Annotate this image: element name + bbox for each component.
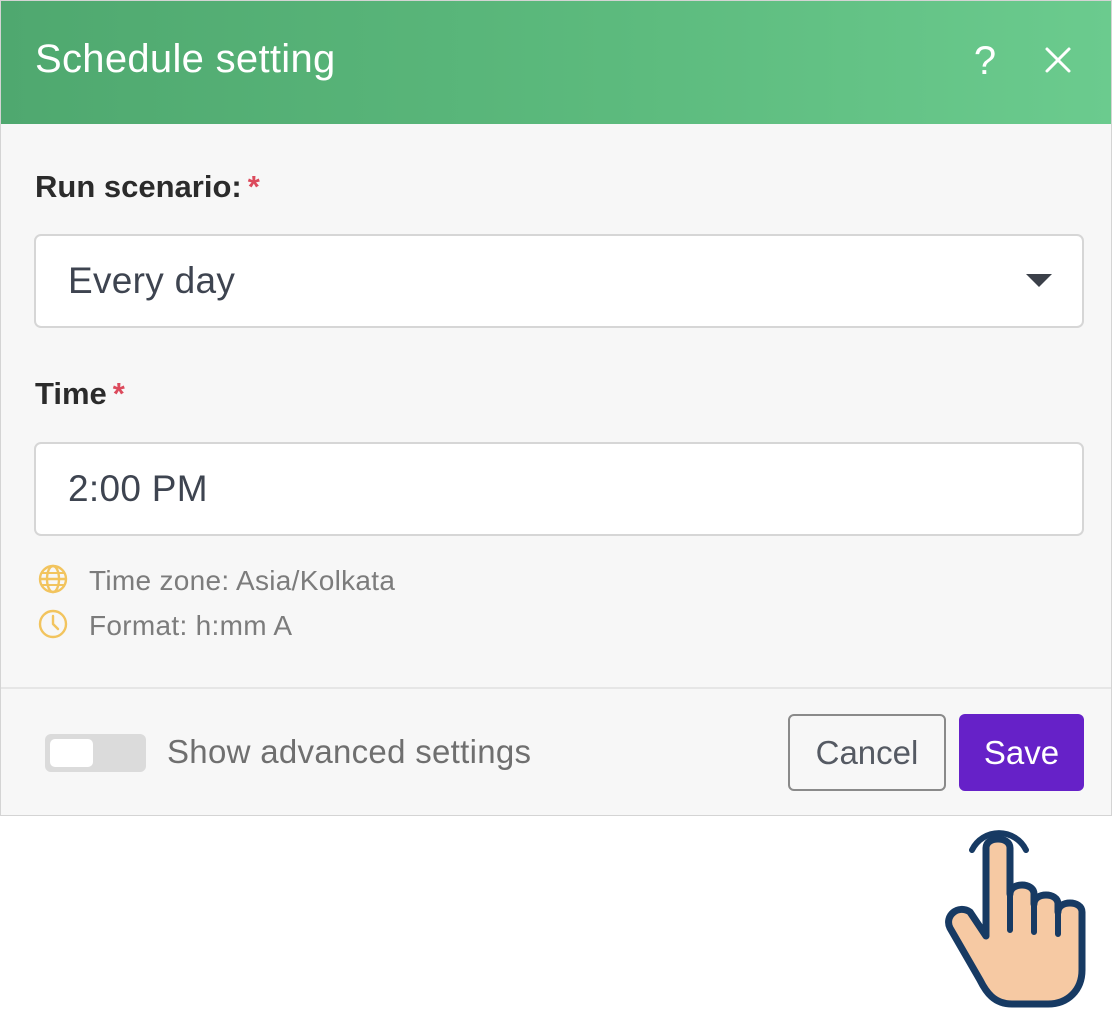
clock-icon	[38, 609, 68, 639]
close-icon	[1045, 47, 1071, 73]
schedule-setting-dialog: Schedule setting ? Run scenario: * Every …	[0, 0, 1112, 816]
required-mark: *	[247, 169, 260, 204]
save-button[interactable]: Save	[959, 714, 1084, 791]
close-button[interactable]	[1041, 43, 1075, 77]
globe-icon	[38, 564, 68, 594]
run-scenario-label: Run scenario: *	[35, 169, 260, 205]
hand-pointer-icon	[930, 812, 1100, 1015]
time-label-text: Time	[35, 376, 107, 411]
dialog-title: Schedule setting	[35, 37, 336, 81]
timezone-hint-text: Time zone: Asia/Kolkata	[89, 565, 396, 596]
footer-divider	[1, 687, 1111, 689]
time-label: Time *	[35, 376, 125, 412]
format-hint-text: Format: h:mm A	[89, 610, 293, 641]
cancel-button[interactable]: Cancel	[788, 714, 946, 791]
time-value: 2:00 PM	[68, 468, 208, 509]
help-button[interactable]: ?	[969, 37, 1001, 85]
run-scenario-value: Every day	[68, 260, 236, 301]
required-mark: *	[112, 376, 125, 411]
run-scenario-label-text: Run scenario:	[35, 169, 242, 204]
advanced-settings-label: Show advanced settings	[167, 733, 532, 770]
advanced-settings-toggle[interactable]	[45, 734, 146, 772]
dialog-header: Schedule setting ?	[1, 1, 1111, 124]
run-scenario-select[interactable]: Every day	[34, 234, 1084, 328]
time-input[interactable]: 2:00 PM	[34, 442, 1084, 536]
toggle-knob	[50, 739, 93, 767]
caret-down-icon	[1026, 274, 1052, 287]
